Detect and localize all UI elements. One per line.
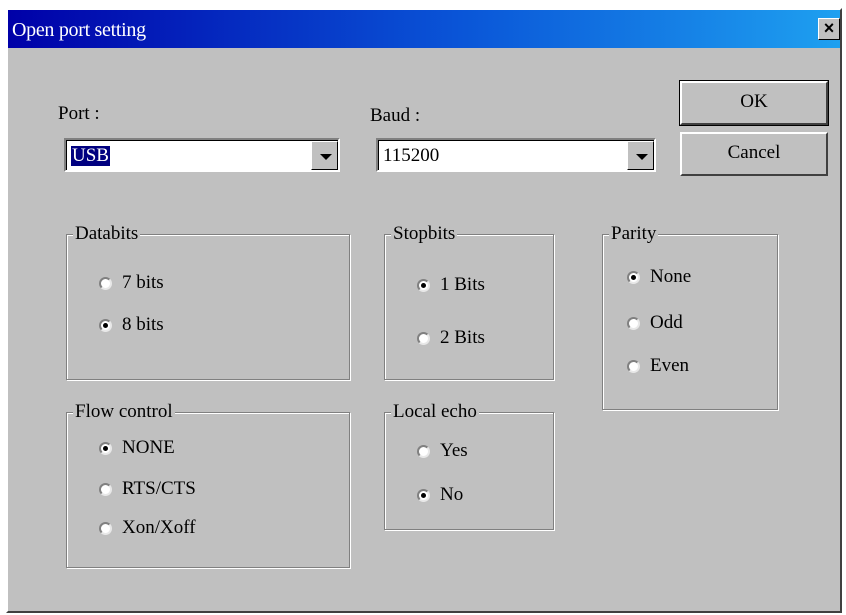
radio-1-bits[interactable]: 1 Bits [417,274,485,296]
title-bar[interactable]: Open port setting × [8,10,840,48]
radio-echo-no[interactable]: No [417,484,463,506]
stopbits-title: Stopbits [391,222,458,246]
radio-label: Odd [650,312,683,333]
radio-label: NONE [122,437,175,458]
stopbits-group: Stopbits 1 Bits 2 Bits [384,222,554,380]
radio-icon [417,331,430,345]
close-button[interactable]: × [818,18,840,40]
databits-title: Databits [73,222,141,246]
ok-label: OK [740,91,768,112]
radio-icon [627,316,640,330]
radio-icon [99,521,112,535]
close-icon: × [823,18,835,38]
baud-value: 115200 [383,145,440,166]
radio-icon [627,359,640,373]
radio-label: 1 Bits [440,274,485,295]
radio-label: 2 Bits [440,327,485,348]
radio-parity-even[interactable]: Even [627,355,689,377]
radio-label: Xon/Xoff [122,517,196,538]
baud-select-field[interactable]: 115200 [378,140,654,170]
cancel-button[interactable]: Cancel [680,132,828,176]
radio-flow-none[interactable]: NONE [99,437,175,459]
port-label: Port : [58,103,100,124]
radio-parity-odd[interactable]: Odd [627,312,683,334]
databits-group: Databits 7 bits 8 bits [66,222,350,380]
window-title: Open port setting [12,19,146,41]
radio-selected-icon [99,441,112,455]
radio-echo-yes[interactable]: Yes [417,440,468,462]
radio-label: 7 bits [122,272,164,293]
ok-button[interactable]: OK [679,80,829,126]
flow-control-title: Flow control [73,400,175,424]
radio-label: 8 bits [122,314,164,335]
port-dropdown-button[interactable] [311,141,338,170]
radio-label: Even [650,355,690,376]
radio-selected-icon [417,278,430,292]
port-select-field[interactable]: USB [66,140,338,170]
radio-icon [417,444,430,458]
radio-selected-icon [417,488,430,502]
radio-selected-icon [99,318,112,332]
cancel-label: Cancel [727,142,781,163]
radio-7-bits[interactable]: 7 bits [99,272,164,294]
radio-label: RTS/CTS [122,478,196,499]
radio-label: Yes [440,440,468,461]
port-value: USB [71,145,110,166]
baud-label: Baud : [370,105,421,126]
radio-2-bits[interactable]: 2 Bits [417,327,485,349]
radio-label: No [440,484,464,505]
radio-flow-rts-cts[interactable]: RTS/CTS [99,478,196,500]
radio-icon [99,276,112,290]
radio-flow-xon-xoff[interactable]: Xon/Xoff [99,517,196,539]
baud-select[interactable]: 115200 [376,138,656,172]
radio-selected-icon [627,270,640,284]
baud-dropdown-button[interactable] [627,141,654,170]
radio-icon [99,482,112,496]
port-select[interactable]: USB [64,138,340,172]
flow-control-group: Flow control NONE RTS/CTS Xon/Xoff [66,400,350,568]
parity-group: Parity None Odd Even [602,222,778,410]
radio-parity-none[interactable]: None [627,266,691,288]
parity-title: Parity [609,222,659,246]
local-echo-group: Local echo Yes No [384,400,554,530]
radio-8-bits[interactable]: 8 bits [99,314,164,336]
dialog-window: Open port setting × Port : USB Baud : 11… [6,8,842,613]
radio-label: None [650,266,692,287]
local-echo-title: Local echo [391,400,479,424]
